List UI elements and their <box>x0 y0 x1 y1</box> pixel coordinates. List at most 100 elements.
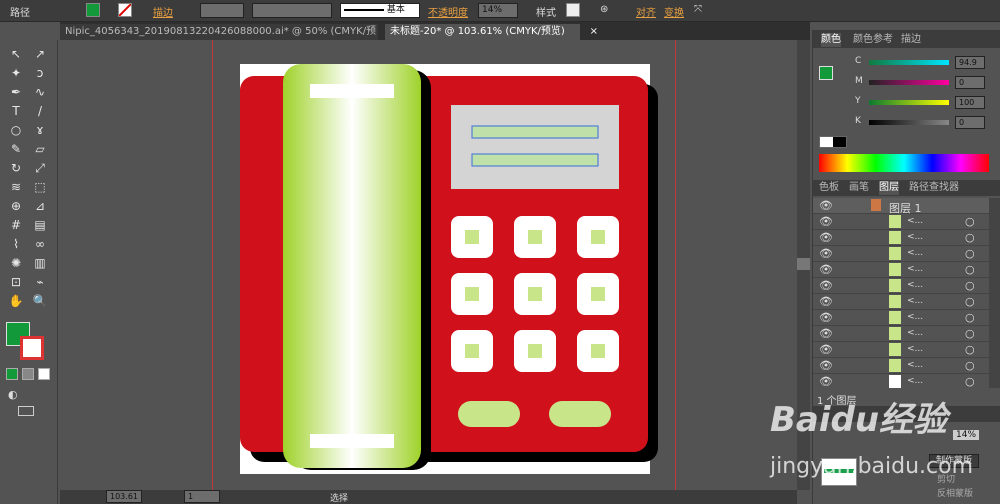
eraser-tool-icon[interactable]: ▱ <box>32 141 48 157</box>
channel-slider[interactable] <box>869 100 949 105</box>
opacity-label[interactable]: 不透明度 <box>428 4 468 19</box>
bw-swatches[interactable] <box>819 136 847 148</box>
paintbrush-tool-icon[interactable]: ɤ <box>32 122 48 138</box>
layer-item-row[interactable]: 👁 <... ○ <box>813 294 989 310</box>
eye-icon[interactable]: 👁 <box>819 343 833 356</box>
zoom-tool-icon[interactable]: 🔍 <box>32 293 48 309</box>
perspective-tool-icon[interactable]: ⊿ <box>32 198 48 214</box>
tab-brushes[interactable]: 画笔 <box>849 181 869 195</box>
tab-swatches[interactable]: 色板 <box>819 181 839 195</box>
eye-icon[interactable]: 👁 <box>819 247 833 260</box>
tab-layers[interactable]: 图层 <box>879 181 899 195</box>
curvature-tool-icon[interactable]: ∿ <box>32 84 48 100</box>
eye-icon[interactable]: 👁 <box>819 295 833 308</box>
stroke-profile-dropdown[interactable]: 基本 <box>340 3 420 18</box>
channel-value[interactable]: 0 <box>955 116 985 129</box>
zoom-input[interactable]: 103.61 <box>106 490 142 503</box>
color-mode-button[interactable] <box>6 368 18 380</box>
color-spectrum[interactable] <box>819 154 989 172</box>
mesh-tool-icon[interactable]: # <box>8 217 24 233</box>
target-icon[interactable]: ○ <box>965 343 975 356</box>
panel-fill-swatch[interactable] <box>819 66 833 80</box>
eye-icon[interactable]: 👁 <box>819 359 833 372</box>
channel-slider[interactable] <box>869 120 949 125</box>
eyedropper-tool-icon[interactable]: ⌇ <box>8 236 24 252</box>
layer-item-row[interactable]: 👁 <... ○ <box>813 262 989 278</box>
gradient-mode-button[interactable] <box>22 368 34 380</box>
eye-icon[interactable]: 👁 <box>819 327 833 340</box>
eye-icon[interactable]: 👁 <box>819 375 833 388</box>
stroke-swatch[interactable] <box>118 3 132 17</box>
eye-icon[interactable]: 👁 <box>819 311 833 324</box>
stroke-label[interactable]: 描边 <box>153 4 173 19</box>
none-mode-button[interactable] <box>38 368 50 380</box>
target-icon[interactable]: ○ <box>965 279 975 292</box>
symbol-sprayer-tool-icon[interactable]: ✺ <box>8 255 24 271</box>
target-icon[interactable]: ○ <box>965 375 975 388</box>
target-icon[interactable]: ○ <box>965 359 975 372</box>
isolate-icon[interactable]: ⤧ <box>694 4 702 15</box>
tab-stroke[interactable]: 描边 <box>901 33 921 47</box>
gradient-tool-icon[interactable]: ▤ <box>32 217 48 233</box>
eye-icon[interactable]: 👁 <box>819 215 833 228</box>
ellipse-tool-icon[interactable]: ○ <box>8 122 24 138</box>
artboard-tool-icon[interactable]: ⊡ <box>8 274 24 290</box>
channel-value[interactable]: 0 <box>955 76 985 89</box>
blend-tool-icon[interactable]: ∞ <box>32 236 48 252</box>
channel-slider[interactable] <box>869 80 949 85</box>
target-icon[interactable]: ○ <box>965 215 975 228</box>
stroke-color-box[interactable] <box>20 336 44 360</box>
layer-item-row[interactable]: 👁 <... ○ <box>813 230 989 246</box>
lasso-tool-icon[interactable]: ↄ <box>32 65 48 81</box>
channel-value[interactable]: 100 <box>955 96 985 109</box>
canvas-area[interactable] <box>60 40 797 490</box>
tab-doc-1[interactable]: Nipic_4056343_20190813220426088000.ai* @… <box>60 24 378 53</box>
layer-item-row[interactable]: 👁 <... ○ <box>813 214 989 230</box>
layer-item-row[interactable]: 👁 <... ○ <box>813 326 989 342</box>
tab-color-guide[interactable]: 颜色参考 <box>853 33 893 47</box>
screen-mode-icon[interactable] <box>18 406 34 416</box>
eye-icon[interactable]: 👁 <box>819 231 833 244</box>
hand-tool-icon[interactable]: ✋ <box>8 293 24 309</box>
free-transform-tool-icon[interactable]: ⬚ <box>32 179 48 195</box>
eye-icon[interactable]: 👁 <box>819 279 833 292</box>
graphic-style-swatch[interactable] <box>566 3 580 17</box>
layer-row[interactable]: 👁 图层 1 <box>813 198 989 215</box>
layer-item-row[interactable]: 👁 <... ○ <box>813 358 989 374</box>
tab-doc-2[interactable]: 未标题-20* @ 103.61% (CMYK/预览) × <box>385 24 598 40</box>
target-icon[interactable]: ○ <box>965 295 975 308</box>
tab-pathfinder[interactable]: 路径查找器 <box>909 181 959 195</box>
target-icon[interactable]: ○ <box>965 231 975 244</box>
target-icon[interactable]: ○ <box>965 311 975 324</box>
pencil-tool-icon[interactable]: ✎ <box>8 141 24 157</box>
slice-tool-icon[interactable]: ⌁ <box>32 274 48 290</box>
selection-tool-icon[interactable]: ↖ <box>8 46 24 62</box>
magic-wand-tool-icon[interactable]: ✦ <box>8 65 24 81</box>
recolor-icon[interactable]: ⊛ <box>600 4 608 15</box>
column-graph-tool-icon[interactable]: ▥ <box>32 255 48 271</box>
layers-scrollbar[interactable] <box>989 198 1000 388</box>
variable-width-dropdown[interactable] <box>252 3 332 18</box>
width-tool-icon[interactable]: ≋ <box>8 179 24 195</box>
stroke-weight-dropdown[interactable] <box>200 3 244 18</box>
opacity-field[interactable]: 14% <box>953 430 980 440</box>
layer-item-row[interactable]: 👁 <... ○ <box>813 278 989 294</box>
channel-slider[interactable] <box>869 60 949 65</box>
eye-icon[interactable]: 👁 <box>819 263 833 276</box>
target-icon[interactable]: ○ <box>965 247 975 260</box>
pen-tool-icon[interactable]: ✒ <box>8 84 24 100</box>
target-icon[interactable]: ○ <box>965 327 975 340</box>
invert-mask-checkbox[interactable]: 反相蒙版 <box>937 486 973 499</box>
fill-swatch[interactable] <box>86 3 100 17</box>
layer-item-row[interactable]: 👁 <... ○ <box>813 246 989 262</box>
tab-color[interactable]: 颜色 <box>821 33 841 47</box>
direct-selection-tool-icon[interactable]: ↗ <box>32 46 48 62</box>
line-tool-icon[interactable]: / <box>32 103 48 119</box>
layer-item-row[interactable]: 👁 <... ○ <box>813 310 989 326</box>
shape-builder-tool-icon[interactable]: ⊕ <box>8 198 24 214</box>
layer-item-row[interactable]: 👁 <... ○ <box>813 374 989 388</box>
type-tool-icon[interactable]: T <box>8 103 24 119</box>
transform-link[interactable]: 变换 <box>664 4 684 19</box>
rotate-tool-icon[interactable]: ↻ <box>8 160 24 176</box>
opacity-input[interactable]: 14% <box>478 3 518 18</box>
